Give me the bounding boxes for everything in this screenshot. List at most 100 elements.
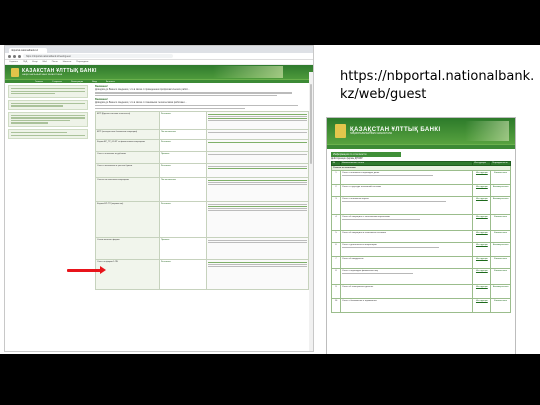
bookmark-item[interactable]: Сервисы bbox=[9, 61, 18, 64]
table-row: 10 Отчет о банкоматах и терминалах Инстр… bbox=[331, 298, 511, 314]
table-row: 6 Отчет о деятельности операторов Инстру… bbox=[331, 242, 511, 258]
site-body: Внимание! Доводим до Вашего сведения, чт… bbox=[5, 83, 313, 292]
instruction-link[interactable]: Инструкция bbox=[472, 196, 492, 216]
bank-emblem-icon bbox=[11, 67, 19, 77]
table-row: 4 Отчет об операциях с платежными карточ… bbox=[331, 214, 511, 232]
table-row: Статистическая форма Правила bbox=[95, 236, 310, 260]
row-number: 4 bbox=[331, 214, 341, 232]
report-name: ЕРП (электронные банковские операции) bbox=[95, 128, 160, 140]
bookmark-item[interactable]: ГБД bbox=[23, 61, 27, 64]
table-row: Формы ЕР-ТП (первичные) Регламент bbox=[95, 200, 310, 238]
table-row: 2 Отчет о структуре платежной системы Ин… bbox=[331, 184, 511, 198]
report-link[interactable]: Постановление bbox=[158, 176, 207, 202]
section-title: Информация по отчетности bbox=[331, 152, 401, 157]
instruction-link[interactable]: Инструкция bbox=[472, 256, 492, 270]
form-name: Отчет о платежных картах bbox=[339, 196, 474, 216]
portal-screenshot-left: nbportal.nationalbank.kz https://nbporta… bbox=[4, 45, 314, 352]
instruction-link[interactable]: Инструкция bbox=[472, 214, 492, 232]
notice: Внимание! Доводим до Вашего сведения, чт… bbox=[95, 85, 309, 97]
table-row: Форма ЕР_ТР_01-ИТ по финансовым операция… bbox=[95, 138, 310, 152]
report-link[interactable]: Правила bbox=[158, 150, 207, 164]
page-scrollbar[interactable] bbox=[309, 72, 313, 351]
periodicity: Ежеквартально bbox=[490, 242, 511, 258]
form-name: Отчет о платежах и переводах денег bbox=[339, 170, 474, 186]
periodicity: Ежемесячно bbox=[490, 214, 511, 232]
header-banner-image bbox=[465, 121, 509, 141]
table-row: 3 Отчет о платежных картах Инструкция Еж… bbox=[331, 196, 511, 216]
form-name: Отчет о переводах физических лиц bbox=[339, 268, 474, 286]
periodicity: Ежеквартально bbox=[490, 284, 511, 300]
bookmark-item[interactable]: Kaspi bbox=[32, 61, 37, 64]
row-number: 1 bbox=[331, 170, 341, 186]
back-icon[interactable] bbox=[8, 54, 11, 58]
row-number: 8 bbox=[331, 268, 341, 286]
sidebar-block bbox=[8, 99, 88, 110]
report-name: Отчет о платежах за рубежом bbox=[95, 150, 160, 164]
instruction-link[interactable]: Инструкция bbox=[472, 284, 492, 300]
instruction-link[interactable]: Инструкция bbox=[472, 184, 492, 198]
table-row: 8 Отчет о переводах физических лиц Инстр… bbox=[331, 268, 511, 286]
form-name: Отчет о деятельности операторов bbox=[339, 242, 474, 258]
forward-icon[interactable] bbox=[13, 54, 16, 58]
browser-tab[interactable]: nbportal.nationalbank.kz bbox=[9, 48, 47, 53]
table-caption: Действующие формы ДПСБР bbox=[331, 157, 363, 160]
sidebar-block bbox=[8, 85, 88, 98]
portal-url-caption[interactable]: https://nbportal.nationalbank.kz/web/gue… bbox=[340, 68, 536, 104]
bookmark-item[interactable]: Почта bbox=[52, 61, 58, 64]
report-name: Отчет по форме 1-ПБ bbox=[95, 258, 160, 290]
instruction-link[interactable]: Инструкция bbox=[472, 230, 492, 244]
instruction-link[interactable]: Инструкция bbox=[472, 170, 492, 186]
report-link[interactable]: Регламент bbox=[158, 110, 207, 130]
forms-table: № Наименование отчета Инструкция Периоди… bbox=[331, 160, 511, 314]
report-link[interactable]: Регламент bbox=[158, 162, 207, 178]
instruction-link[interactable]: Инструкция bbox=[472, 298, 492, 314]
report-link[interactable]: Постановление bbox=[158, 128, 207, 140]
notice: Внимание! Доводим до Вашего сведения, чт… bbox=[95, 98, 309, 109]
site-subtitle: НАЦИОНАЛЬНЫЙ БАНК КАЗАХСТАНА bbox=[350, 133, 393, 135]
row-number: 6 bbox=[331, 242, 341, 258]
report-link[interactable]: Регламент bbox=[158, 258, 207, 290]
periodicity: Ежемесячно bbox=[490, 268, 511, 286]
table-row: 5 Отчет об операциях в платежных система… bbox=[331, 230, 511, 244]
sidebar-block bbox=[8, 111, 88, 127]
form-name: Отчет об операциях с платежными карточка… bbox=[339, 214, 474, 232]
instruction-link[interactable]: Инструкция bbox=[472, 268, 492, 286]
report-name: Отчеты по валютным операциям bbox=[95, 176, 160, 202]
periodicity: Ежемесячно bbox=[490, 256, 511, 270]
bookmark-item[interactable]: Mail bbox=[43, 61, 47, 64]
browser-toolbar: https://nbportal.nationalbank.kz/web/gue… bbox=[5, 53, 313, 60]
report-name: Статистическая форма bbox=[95, 236, 160, 260]
bookmark-item[interactable]: Переводчик bbox=[76, 61, 88, 64]
form-name: Отчет об инцидентах bbox=[339, 256, 474, 270]
row-number: 9 bbox=[331, 284, 341, 300]
row-number: 2 bbox=[331, 184, 341, 198]
reload-icon[interactable] bbox=[18, 54, 21, 58]
bookmark-item[interactable]: Новости bbox=[63, 61, 71, 64]
report-link[interactable]: Регламент bbox=[158, 138, 207, 152]
site-menu bbox=[327, 144, 515, 149]
report-name: ЕРП (Единая система отчетности) bbox=[95, 110, 160, 130]
table-row: Отчет по форме 1-ПБ Регламент bbox=[95, 258, 310, 290]
address-bar[interactable]: https://nbportal.nationalbank.kz/web/gue… bbox=[23, 53, 173, 59]
table-row: 1 Отчет о платежах и переводах денег Инс… bbox=[331, 170, 511, 186]
row-number: 5 bbox=[331, 230, 341, 244]
site-subtitle: НАЦИОНАЛЬНЫЙ БАНК КАЗАХСТАНА bbox=[22, 74, 63, 76]
report-link[interactable]: Правила bbox=[158, 236, 207, 260]
notice-text: Доводим до Вашего сведения, что в связи … bbox=[95, 100, 187, 104]
main-content: Внимание! Доводим до Вашего сведения, чт… bbox=[91, 83, 313, 292]
bank-emblem-icon bbox=[335, 124, 346, 138]
site-header: ҚАЗАҚСТАН ҰЛТТЫҚ БАНКІ НАЦИОНАЛЬНЫЙ БАНК… bbox=[327, 118, 515, 144]
row-number: 7 bbox=[331, 256, 341, 270]
periodicity: Ежеквартально bbox=[490, 184, 511, 198]
form-name: Отчет о структуре платежной системы bbox=[339, 184, 474, 198]
form-name: Отчет о банкоматах и терминалах bbox=[339, 298, 474, 314]
periodicity: Ежемесячно bbox=[490, 230, 511, 244]
instruction-link[interactable]: Инструкция bbox=[472, 242, 492, 258]
table-row: ЕРП (электронные банковские операции) По… bbox=[95, 128, 310, 140]
slide: nbportal.nationalbank.kz https://nbporta… bbox=[0, 45, 540, 354]
row-number: 3 bbox=[331, 196, 341, 216]
browser-tab-strip: nbportal.nationalbank.kz bbox=[5, 46, 313, 53]
reports-table: ЕРП (Единая система отчетности) Регламен… bbox=[95, 110, 310, 290]
report-link[interactable]: Регламент bbox=[158, 200, 207, 238]
report-name: Отчет о вложениях в ценные бумаги bbox=[95, 162, 160, 178]
